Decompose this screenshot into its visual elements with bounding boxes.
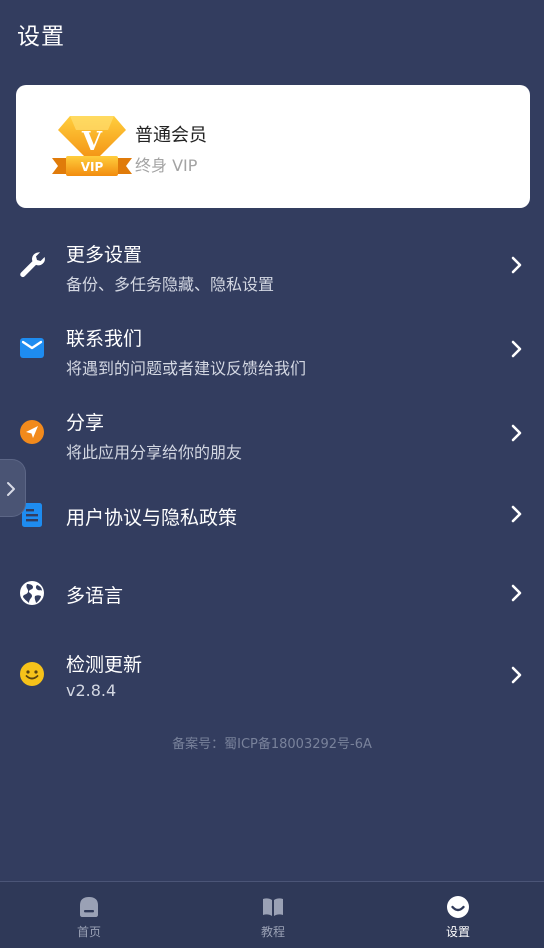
app-version: v2.8.4 (66, 681, 117, 700)
menu-title: 联系我们 (66, 328, 143, 350)
book-icon (263, 898, 283, 916)
chevron-right-icon (511, 584, 522, 602)
menu-item-more-settings[interactable]: 更多设置 备份、多任务隐藏、隐私设置 (0, 228, 544, 302)
member-duration: 终身 VIP (135, 156, 198, 175)
menu-title: 分享 (66, 412, 105, 434)
settings-screen: 设置 V VIP 普通会员 终身 VIP 更多设置 备份、多任务隐藏、隐私设置 … (0, 0, 544, 948)
home-icon (80, 897, 98, 917)
chevron-right-icon (511, 256, 522, 274)
menu-title: 用户协议与隐私政策 (66, 507, 238, 529)
svg-text:VIP: VIP (81, 160, 104, 174)
icp-record-number: 备案号：蜀ICP备18003292号-6A (172, 737, 372, 752)
menu-subtitle: 备份、多任务隐藏、隐私设置 (66, 275, 275, 294)
member-card[interactable]: V VIP 普通会员 终身 VIP (16, 85, 530, 208)
menu-item-language[interactable]: 多语言 (0, 558, 544, 632)
nav-label: 设置 (445, 925, 470, 939)
smiley-icon (20, 662, 44, 686)
nav-label: 教程 (260, 925, 285, 939)
menu-subtitle: 将遇到的问题或者建议反馈给我们 (66, 359, 307, 378)
menu-title: 更多设置 (66, 244, 143, 266)
page-title: 设置 (17, 24, 65, 50)
menu-title: 多语言 (66, 585, 124, 607)
chevron-right-icon (511, 666, 522, 684)
nav-tab-home[interactable]: 首页 (29, 882, 149, 948)
chevron-right-icon (7, 482, 15, 496)
bottom-navigation: 首页 教程 设置 (0, 881, 544, 948)
nav-label: 首页 (76, 925, 101, 939)
menu-item-user-agreement[interactable]: 用户协议与隐私政策 (0, 480, 544, 554)
side-drawer-handle[interactable] (0, 459, 26, 517)
menu-item-check-update[interactable]: 检测更新 v2.8.4 (0, 638, 544, 712)
chevron-right-icon (511, 424, 522, 442)
vip-badge-icon: V VIP (52, 116, 132, 176)
chevron-right-icon (511, 340, 522, 358)
nav-tab-settings[interactable]: 设置 (398, 882, 518, 948)
nav-tab-tutorial[interactable]: 教程 (213, 882, 333, 948)
chevron-right-icon (511, 505, 522, 523)
menu-item-contact-us[interactable]: 联系我们 将遇到的问题或者建议反馈给我们 (0, 312, 544, 386)
mail-icon (20, 338, 44, 358)
member-level: 普通会员 (135, 125, 207, 146)
menu-subtitle: 将此应用分享给你的朋友 (66, 443, 243, 462)
settings-smile-icon (447, 896, 469, 918)
send-icon (20, 420, 44, 444)
wrench-icon (20, 252, 45, 278)
svg-text:V: V (81, 127, 103, 157)
globe-icon (20, 581, 44, 605)
menu-item-share[interactable]: 分享 将此应用分享给你的朋友 (0, 396, 544, 470)
menu-title: 检测更新 (66, 654, 143, 676)
